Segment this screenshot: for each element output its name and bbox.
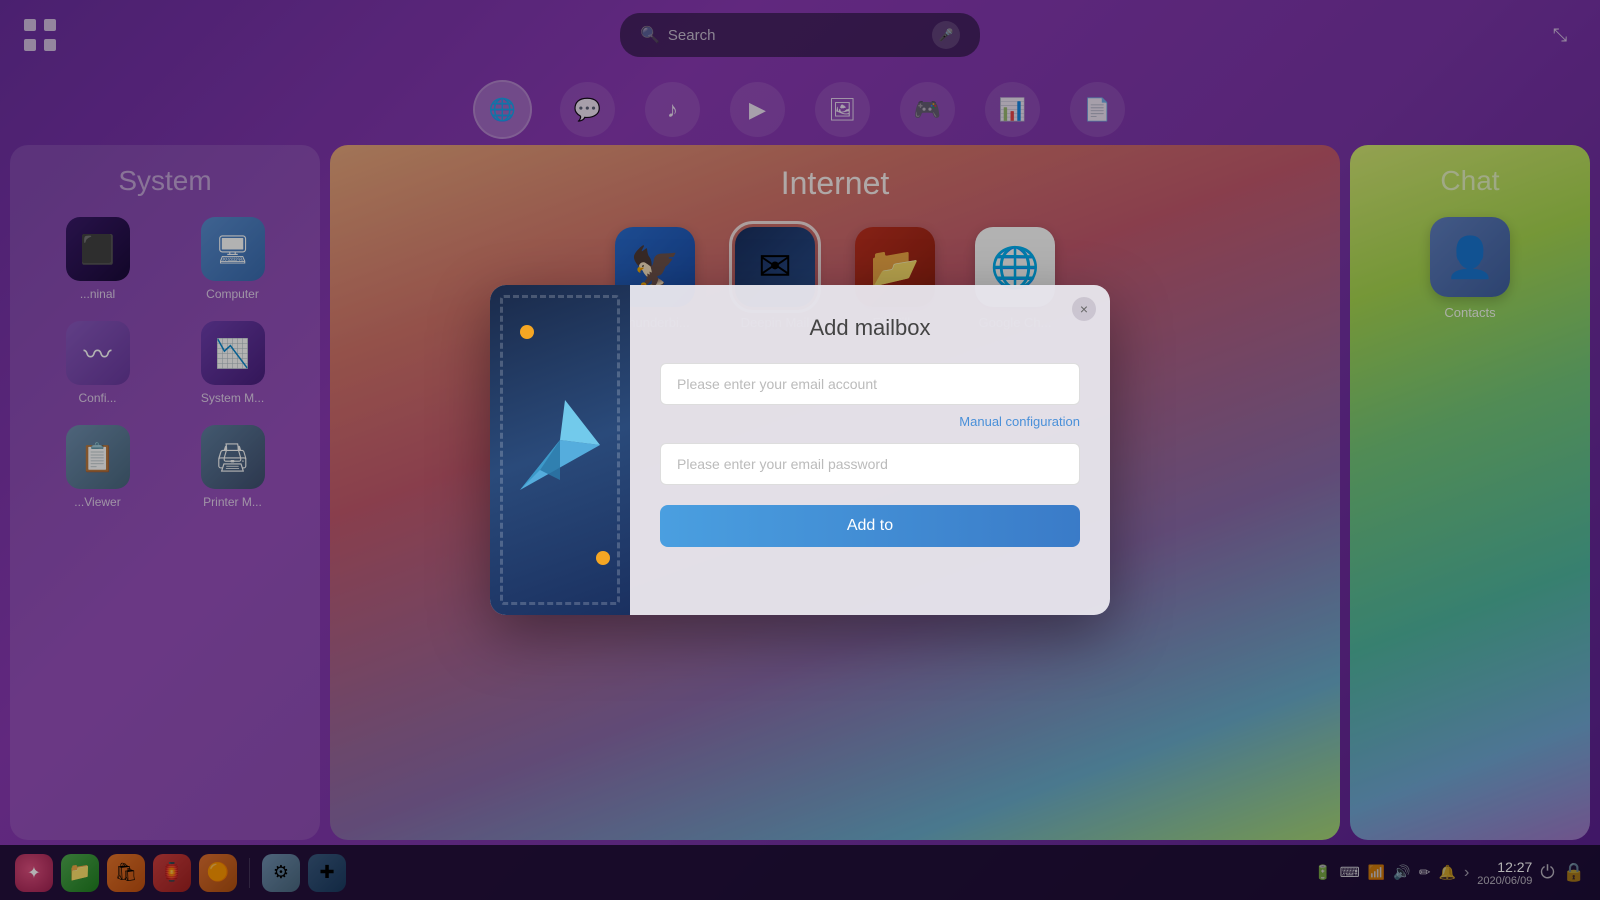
manual-config-link-wrap: Manual configuration xyxy=(660,413,1080,431)
email-password-input[interactable] xyxy=(660,443,1080,485)
modal-overlay: × Add mailbox Manual configuration Add t… xyxy=(0,0,1600,900)
modal-title: Add mailbox xyxy=(660,315,1080,341)
manual-config-link[interactable]: Manual configuration xyxy=(959,414,1080,429)
add-to-button[interactable]: Add to xyxy=(660,505,1080,547)
email-account-input[interactable] xyxy=(660,363,1080,405)
orange-dot-bottom xyxy=(596,551,610,565)
desktop: 🔍 Search 🎤 ⤡ 🌐 💬 ♪ ▶ 🖼 🎮 📊 📄 System ⬛ ..… xyxy=(0,0,1600,900)
paper-plane-icon xyxy=(510,390,610,510)
modal-form: × Add mailbox Manual configuration Add t… xyxy=(630,285,1110,615)
orange-dot-top xyxy=(520,325,534,339)
add-mailbox-modal: × Add mailbox Manual configuration Add t… xyxy=(490,285,1110,615)
modal-illustration xyxy=(490,285,630,615)
modal-close-button[interactable]: × xyxy=(1072,297,1096,321)
